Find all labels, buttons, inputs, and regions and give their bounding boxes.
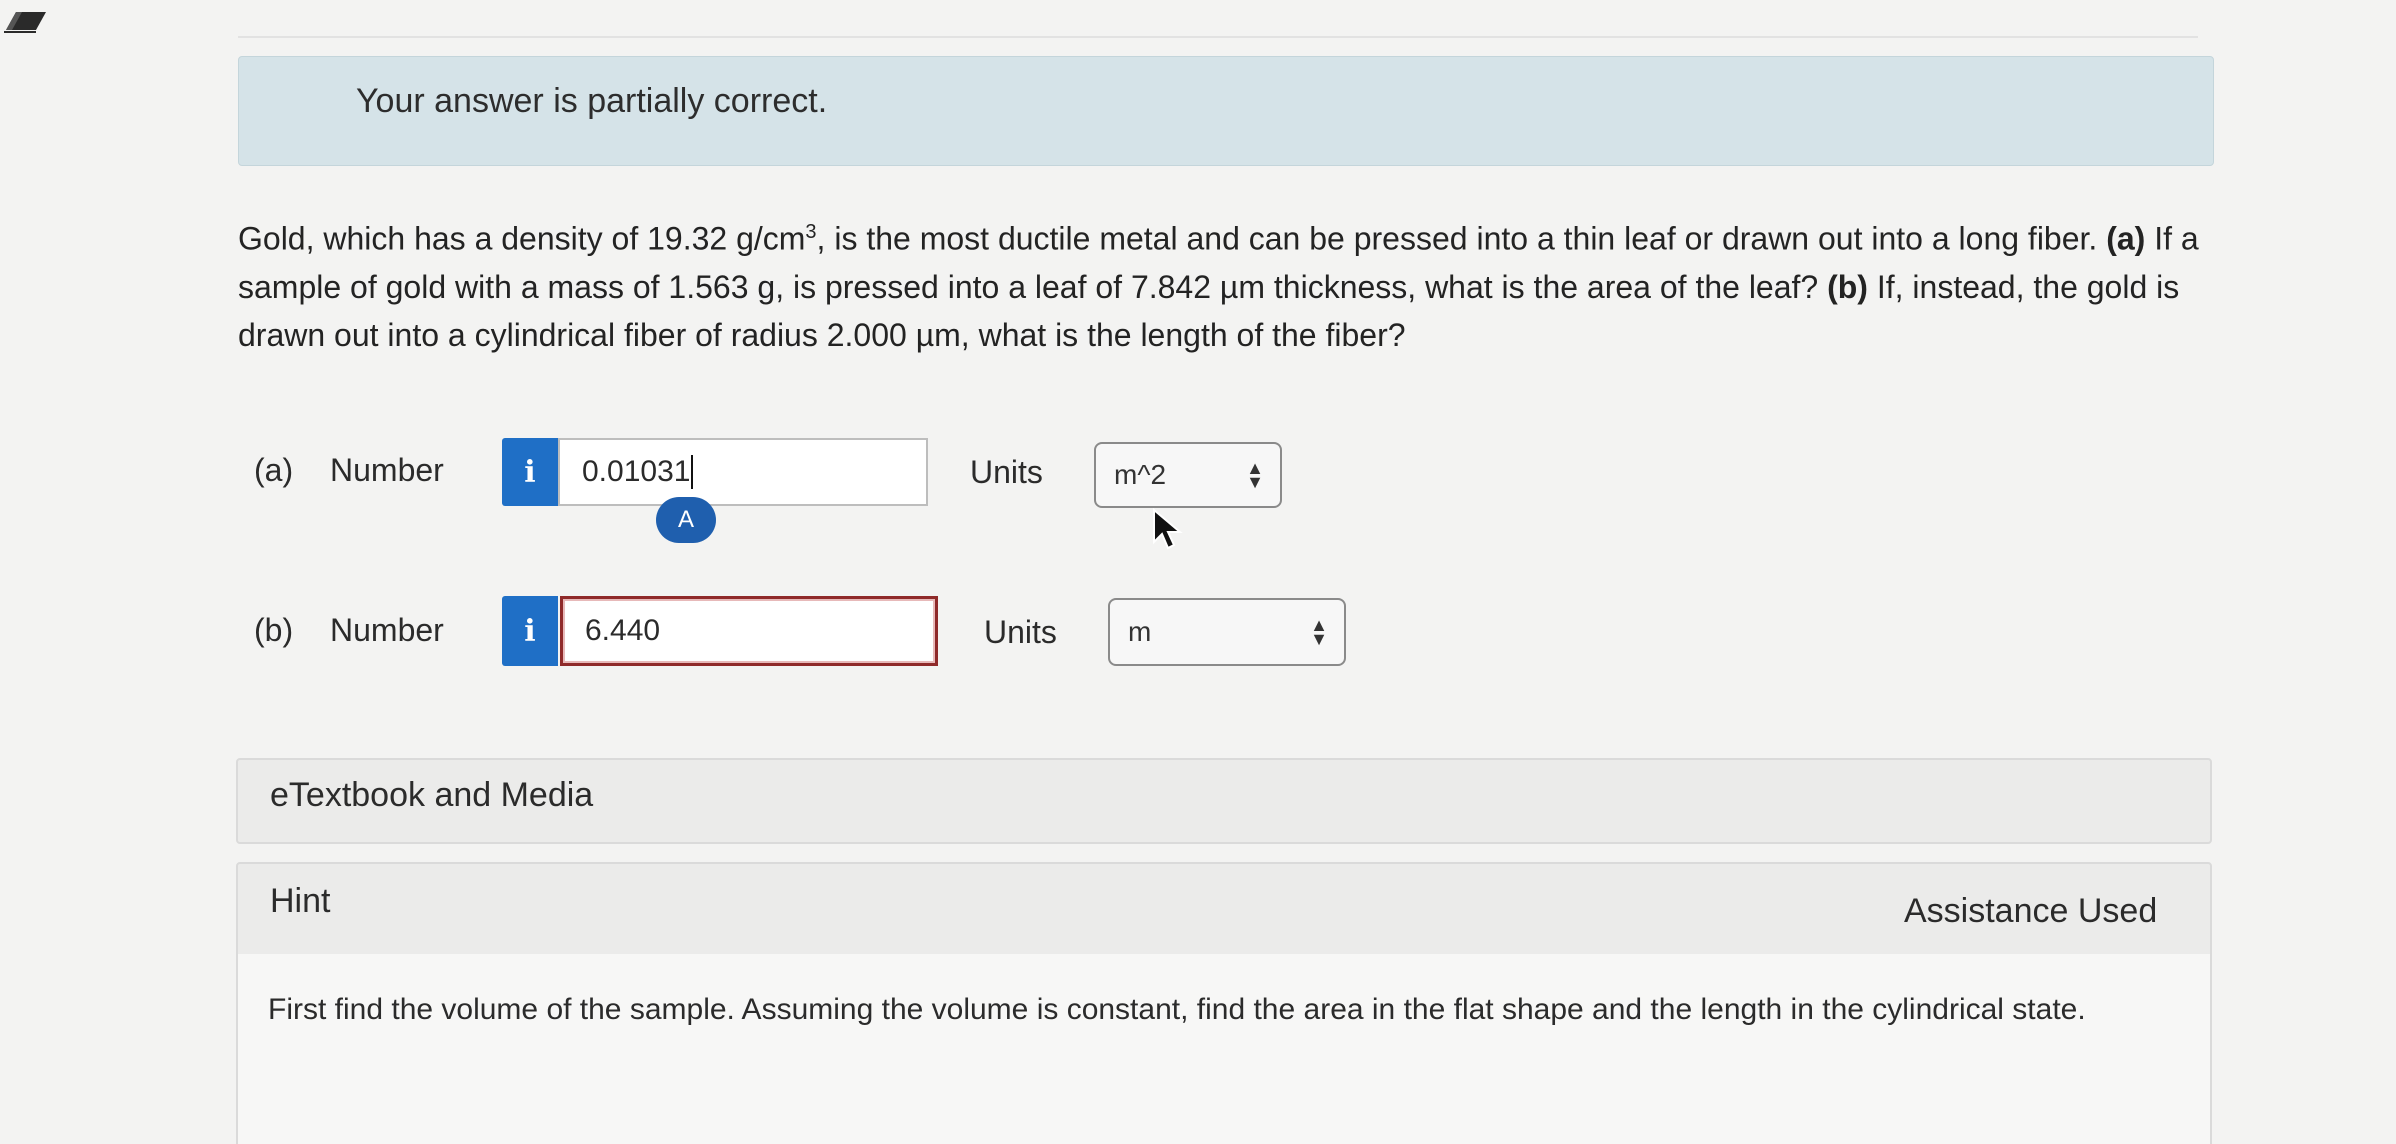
part-a-number-value: 0.01031 [582, 455, 691, 488]
part-a-label: (a) [254, 452, 294, 488]
etextbook-title: eTextbook and Media [270, 776, 594, 814]
assistance-used-label: Assistance Used [1904, 892, 2158, 930]
question-text: Gold, which has a density of 19.32 g/cm3… [238, 208, 2218, 359]
part-b-label: (b) [254, 612, 294, 648]
superscript-3: 3 [805, 221, 817, 243]
mouse-pointer-icon [1153, 508, 1183, 550]
question-text-part: Gold, which has a density of 19.32 g/cm [238, 220, 806, 257]
part-b-units-label: Units [984, 614, 1057, 650]
question-page: Your answer is partially correct. Gold, … [0, 0, 2396, 1144]
part-b-number-value: 6.440 [585, 614, 661, 647]
text-cursor [691, 455, 694, 489]
hint-title: Hint [270, 882, 331, 920]
feedback-message: Your answer is partially correct. [356, 82, 828, 120]
hint-body [236, 954, 2212, 1144]
pencil-icon [4, 12, 46, 33]
hint-text: First find the volume of the sample. Ass… [268, 993, 2086, 1026]
part-b-info-icon[interactable]: i [502, 596, 558, 666]
top-divider [238, 36, 2198, 38]
part-a-number-input[interactable]: 0.01031 [558, 438, 928, 506]
part-b-units-value: m [1128, 616, 1152, 647]
attempt-badge: A [656, 497, 716, 543]
part-a-number-label: Number [330, 452, 444, 488]
select-arrows-icon: ▲ ▼ [1246, 458, 1264, 492]
part-a-units-label: Units [970, 454, 1043, 490]
select-arrows-icon: ▲ ▼ [1310, 615, 1328, 649]
part-b-number-label: Number [330, 612, 444, 648]
part-a-units-select[interactable]: m^2 ▲ ▼ [1094, 442, 1282, 508]
part-a-marker: (a) [2106, 220, 2146, 257]
part-b-units-select[interactable]: m ▲ ▼ [1108, 598, 1346, 666]
part-b-marker: (b) [1827, 268, 1868, 305]
question-text-part: , is the most ductile metal and can be p… [816, 220, 2107, 257]
part-a-info-icon[interactable]: i [502, 438, 558, 506]
part-a-units-value: m^2 [1114, 459, 1167, 490]
part-b-number-input[interactable]: 6.440 [560, 596, 938, 666]
